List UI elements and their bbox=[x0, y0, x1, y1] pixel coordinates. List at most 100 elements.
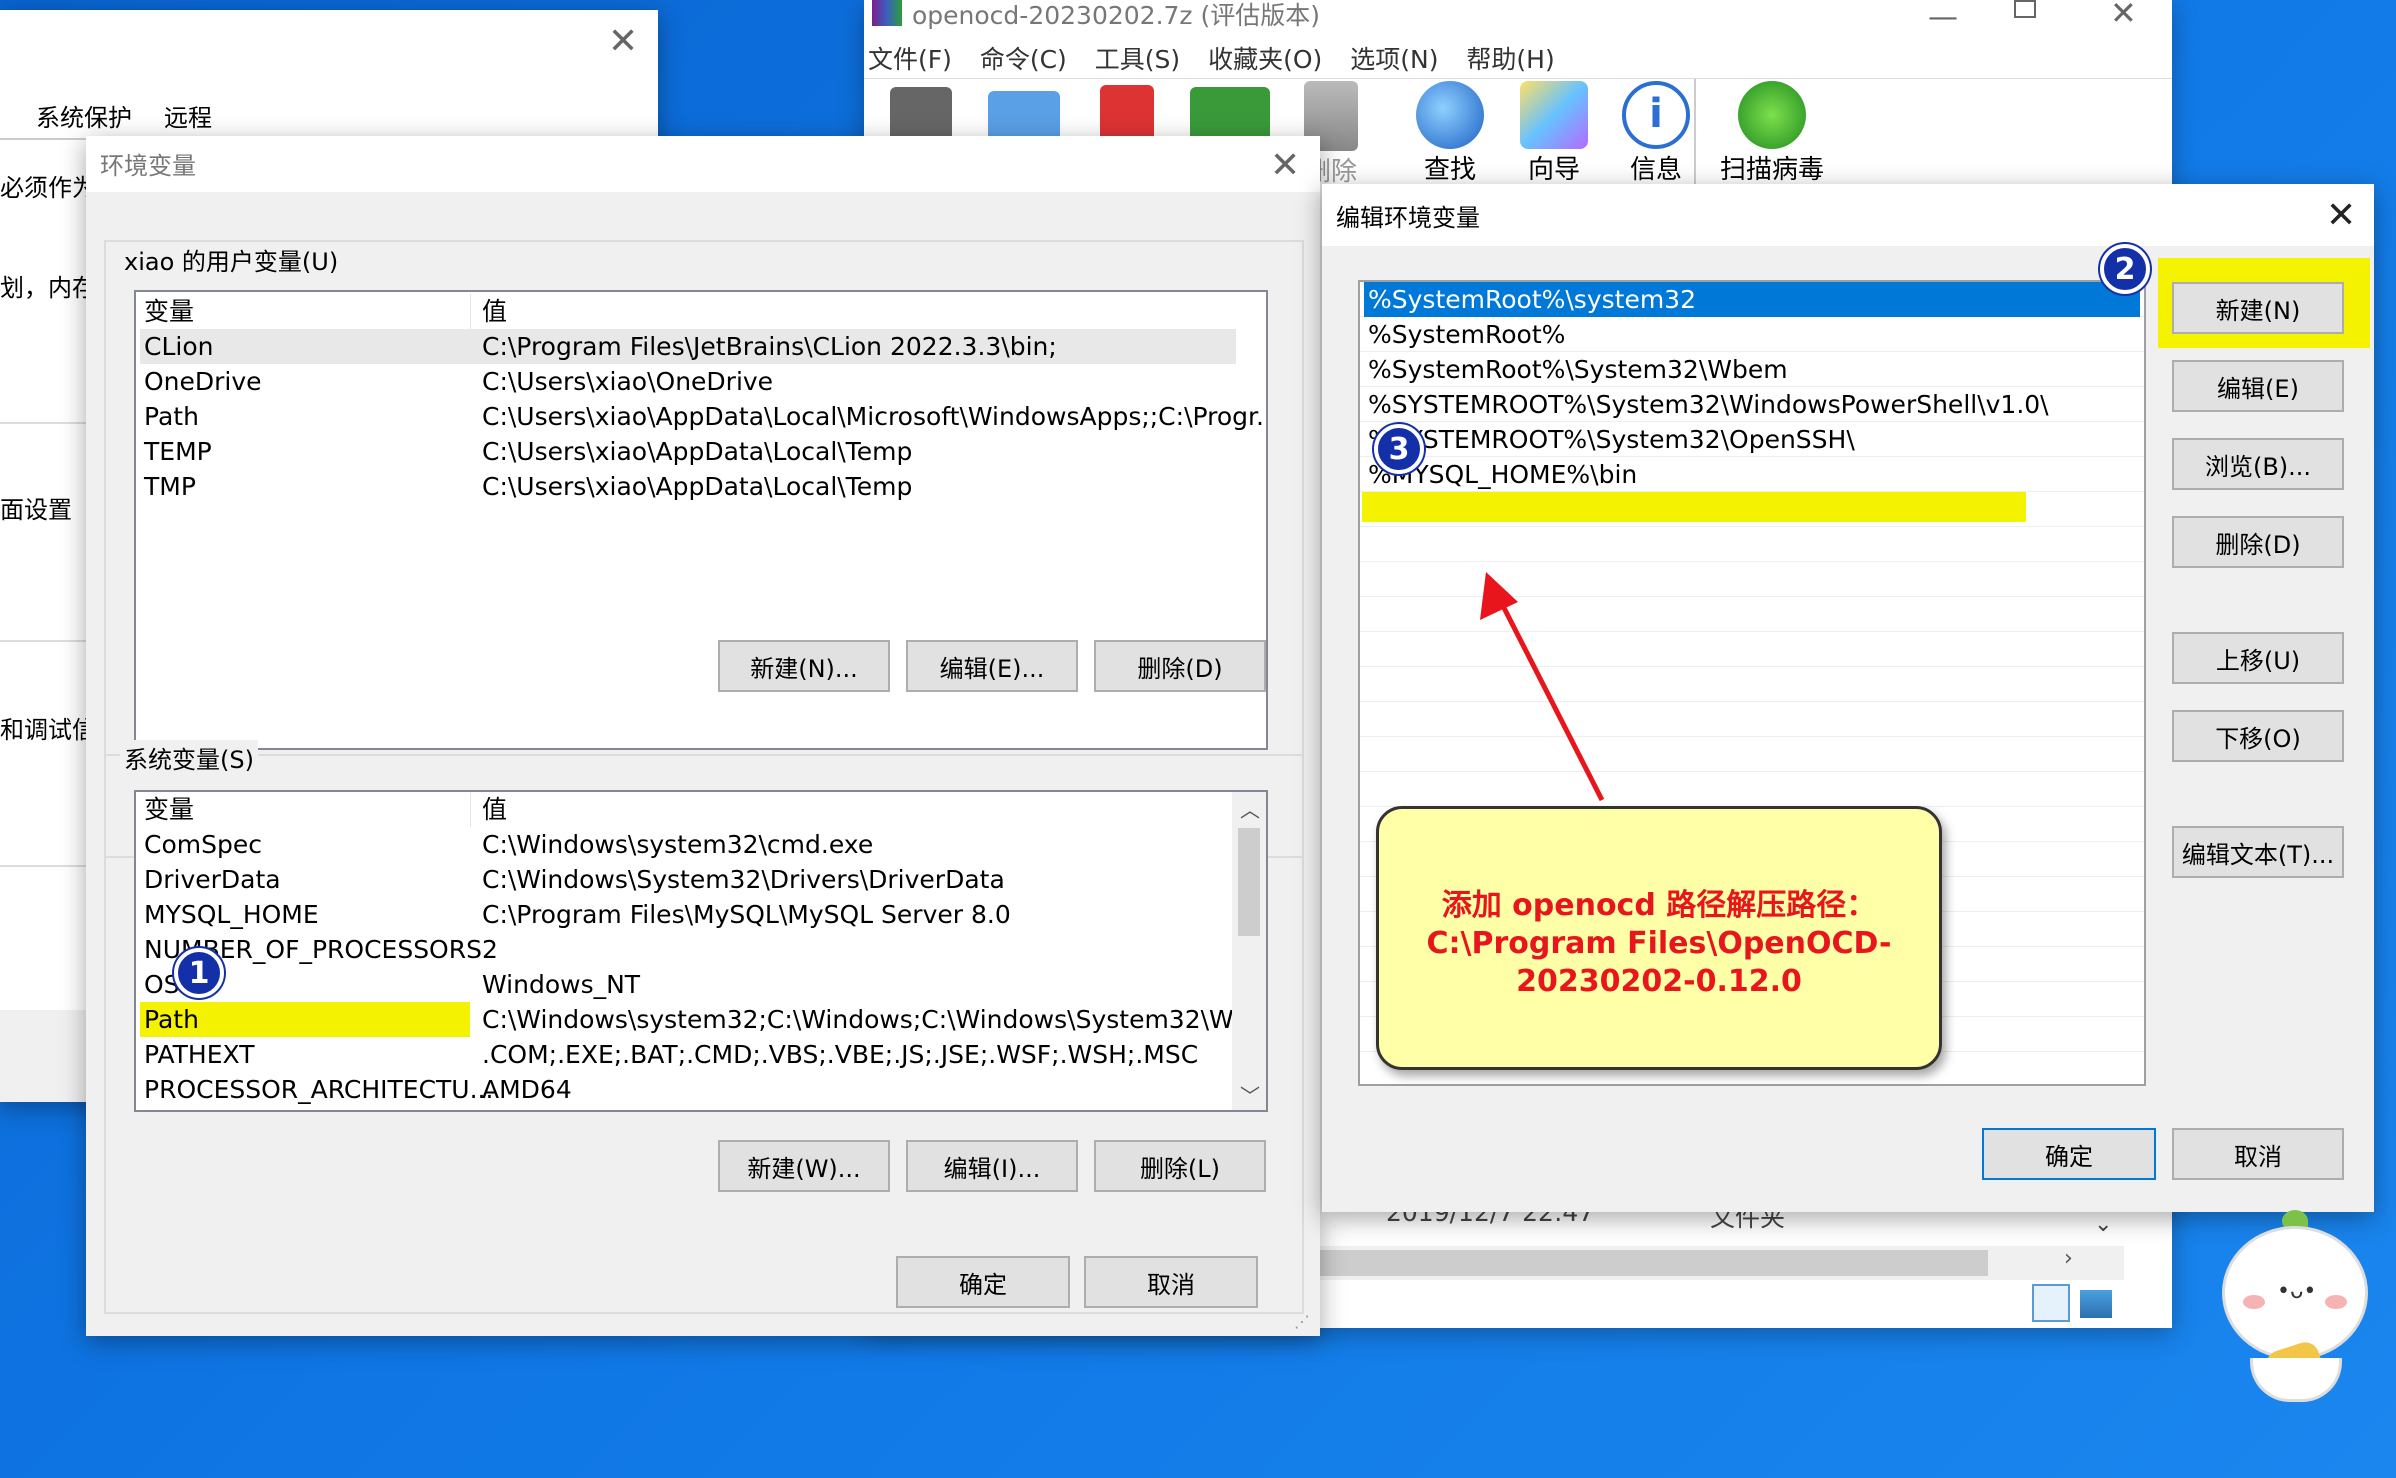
list-item[interactable]: CLion C:\Program Files\JetBrains\CLion 20… bbox=[140, 329, 1236, 364]
wizard-wand-icon bbox=[1520, 81, 1588, 149]
close-icon[interactable]: ✕ bbox=[608, 24, 638, 60]
list-item[interactable]: PROCESSOR_ARCHITECTU... AMD64 bbox=[140, 1072, 1230, 1107]
path-entry[interactable]: %SYSTEMROOT%\System32\WindowsPowerShell\… bbox=[1364, 387, 2140, 422]
menu-favorites[interactable]: 收藏夹(O) bbox=[1208, 45, 1322, 74]
column-divider bbox=[470, 792, 471, 827]
thumbnail-view-icon[interactable] bbox=[2080, 1290, 2112, 1318]
toolbar-separator bbox=[1694, 79, 1696, 187]
path-entry-selected[interactable]: %SystemRoot%\system32 bbox=[1364, 282, 2140, 317]
browse-button[interactable]: 浏览(B)... bbox=[2172, 438, 2344, 490]
mascot-sticker: •ᴗ• bbox=[2216, 1210, 2376, 1410]
info-icon: i bbox=[1622, 81, 1690, 149]
list-item-path-selected[interactable]: Path C:\Windows\system32;C:\Windows;C:\Wi… bbox=[140, 1002, 1266, 1037]
list-item[interactable]: DriverData C:\Windows\System32\Drivers\Dr… bbox=[140, 862, 1230, 897]
tab-system-protection[interactable]: 系统保护 bbox=[36, 98, 132, 133]
menu-tools[interactable]: 工具(S) bbox=[1095, 45, 1180, 74]
toolbar-virus-scan[interactable]: 扫描病毒 bbox=[1702, 81, 1842, 186]
menu-file[interactable]: 文件(F) bbox=[868, 45, 952, 74]
ok-button[interactable]: 确定 bbox=[896, 1256, 1070, 1308]
column-divider bbox=[470, 294, 471, 329]
menu-help[interactable]: 帮助(H) bbox=[1466, 45, 1554, 74]
column-header-variable[interactable]: 变量 bbox=[144, 792, 194, 827]
details-view-icon[interactable] bbox=[2032, 1284, 2070, 1322]
toolbar-info[interactable]: i 信息 bbox=[1606, 81, 1706, 186]
divider bbox=[0, 865, 90, 867]
list-item[interactable]: TEMP C:\Users\xiao\AppData\Local\Temp bbox=[140, 434, 1236, 469]
list-item[interactable]: ComSpec C:\Windows\system32\cmd.exe bbox=[140, 827, 1230, 862]
scroll-up-icon[interactable]: ︿ bbox=[1240, 794, 1260, 823]
text-fragment: 面设置 bbox=[0, 496, 72, 524]
delete-button[interactable]: 删除(D) bbox=[2172, 516, 2344, 568]
list-item[interactable]: PATHEXT .COM;.EXE;.BAT;.CMD;.VBS;.VBE;.JS… bbox=[140, 1037, 1230, 1072]
close-icon[interactable]: ✕ bbox=[2326, 198, 2356, 234]
close-icon[interactable]: ✕ bbox=[2110, 0, 2137, 32]
tab-remote[interactable]: 远程 bbox=[164, 98, 212, 133]
new-button[interactable]: 新建(N) bbox=[2172, 282, 2344, 334]
user-vars-label: xiao 的用户变量(U) bbox=[120, 242, 343, 277]
menu-command[interactable]: 命令(C) bbox=[980, 45, 1067, 74]
text-fragment: 划，内存 bbox=[0, 274, 96, 302]
system-edit-button[interactable]: 编辑(I)... bbox=[906, 1140, 1078, 1192]
system-vars-list[interactable]: 变量 值 ComSpec C:\Windows\system32\cmd.exe … bbox=[134, 790, 1268, 1112]
search-icon bbox=[1416, 81, 1484, 149]
path-entry[interactable]: %SYSTEMROOT%\System32\OpenSSH\ bbox=[1364, 422, 2140, 457]
bug-icon bbox=[1738, 81, 1806, 149]
user-new-button[interactable]: 新建(N)... bbox=[718, 640, 890, 692]
note-line: 20230202-0.12.0 bbox=[1516, 964, 1802, 999]
edit-button[interactable]: 编辑(E) bbox=[2172, 360, 2344, 412]
close-icon[interactable]: ✕ bbox=[1270, 148, 1300, 184]
column-header-value[interactable]: 值 bbox=[482, 294, 507, 329]
list-item[interactable]: TMP C:\Users\xiao\AppData\Local\Temp bbox=[140, 469, 1236, 504]
dialog-title: 编辑环境变量 bbox=[1336, 204, 1480, 232]
path-entry[interactable]: %SystemRoot%\System32\Wbem bbox=[1364, 352, 2140, 387]
cancel-button[interactable]: 取消 bbox=[1084, 1256, 1258, 1308]
list-item[interactable]: OS Windows_NT bbox=[140, 967, 1230, 1002]
list-item[interactable]: MYSQL_HOME C:\Program Files\MySQL\MySQL S… bbox=[140, 897, 1230, 932]
user-delete-button[interactable]: 删除(D) bbox=[1094, 640, 1266, 692]
list-header: 变量 值 bbox=[140, 294, 1236, 329]
note-line: 添加 openocd 路径解压路径： bbox=[1441, 888, 1877, 923]
annotation-note: 添加 openocd 路径解压路径： C:\Program Files\Open… bbox=[1376, 806, 1942, 1070]
column-header-value[interactable]: 值 bbox=[482, 792, 507, 827]
path-highlight: Path bbox=[140, 1002, 470, 1037]
minimize-icon[interactable]: — bbox=[1928, 0, 1958, 35]
ok-button[interactable]: 确定 bbox=[1982, 1128, 2156, 1180]
edit-text-button[interactable]: 编辑文本(T)... bbox=[2172, 826, 2344, 878]
menu-options[interactable]: 选项(N) bbox=[1350, 45, 1438, 74]
divider bbox=[0, 640, 90, 642]
dialog-title: 环境变量 bbox=[100, 152, 196, 180]
list-item[interactable]: NUMBER_OF_PROCESSORS 2 bbox=[140, 932, 1230, 967]
toolbar-find[interactable]: 查找 bbox=[1400, 81, 1500, 186]
resize-grip-icon[interactable]: ⋰ bbox=[1294, 1312, 1310, 1331]
vertical-scrollbar[interactable]: ︿ ﹀ bbox=[1232, 792, 1266, 1110]
dialog-titlebar: 编辑环境变量 ✕ bbox=[1322, 184, 2374, 246]
step-badge-2: 2 bbox=[2100, 244, 2150, 294]
list-item[interactable]: Path C:\Users\xiao\AppData\Local\Microsof… bbox=[140, 399, 1266, 434]
chevron-down-icon[interactable]: ⌄ bbox=[2094, 1212, 2112, 1237]
scroll-right-icon[interactable]: › bbox=[2064, 1246, 2073, 1271]
system-new-button[interactable]: 新建(W)... bbox=[718, 1140, 890, 1192]
move-down-button[interactable]: 下移(O) bbox=[2172, 710, 2344, 762]
path-entry[interactable]: %MYSQL_HOME%\bin bbox=[1364, 457, 2140, 492]
step-badge-1: 1 bbox=[174, 948, 224, 998]
system-vars-label: 系统变量(S) bbox=[120, 740, 258, 775]
path-entry[interactable]: %SystemRoot% bbox=[1364, 317, 2140, 352]
scrollbar-thumb[interactable] bbox=[1238, 828, 1260, 936]
toolbar-wizard[interactable]: 向导 bbox=[1504, 81, 1604, 186]
mascot-body bbox=[2250, 1358, 2342, 1402]
mascot-face: •ᴗ• bbox=[2222, 1226, 2368, 1360]
new-entry-highlight[interactable] bbox=[1362, 492, 2026, 522]
maximize-icon[interactable] bbox=[2014, 0, 2036, 18]
move-up-button[interactable]: 上移(U) bbox=[2172, 632, 2344, 684]
cancel-button[interactable]: 取消 bbox=[2172, 1128, 2344, 1180]
text-fragment: 必须作为 bbox=[0, 174, 96, 202]
user-edit-button[interactable]: 编辑(E)... bbox=[906, 640, 1078, 692]
list-item[interactable]: OneDrive C:\Users\xiao\OneDrive bbox=[140, 364, 1236, 399]
scroll-down-icon[interactable]: ﹀ bbox=[1240, 1080, 1260, 1109]
system-delete-button[interactable]: 删除(L) bbox=[1094, 1140, 1266, 1192]
red-arrow bbox=[1480, 572, 1605, 802]
dialog-titlebar: 环境变量 ✕ bbox=[86, 136, 1320, 192]
column-header-variable[interactable]: 变量 bbox=[144, 294, 194, 329]
env-vars-dialog: 环境变量 ✕ xiao 的用户变量(U) 变量 值 CLion C:\Progra… bbox=[86, 136, 1320, 1336]
menu-bar: 文件(F) 命令(C) 工具(S) 收藏夹(O) 选项(N) 帮助(H) bbox=[868, 40, 1575, 80]
